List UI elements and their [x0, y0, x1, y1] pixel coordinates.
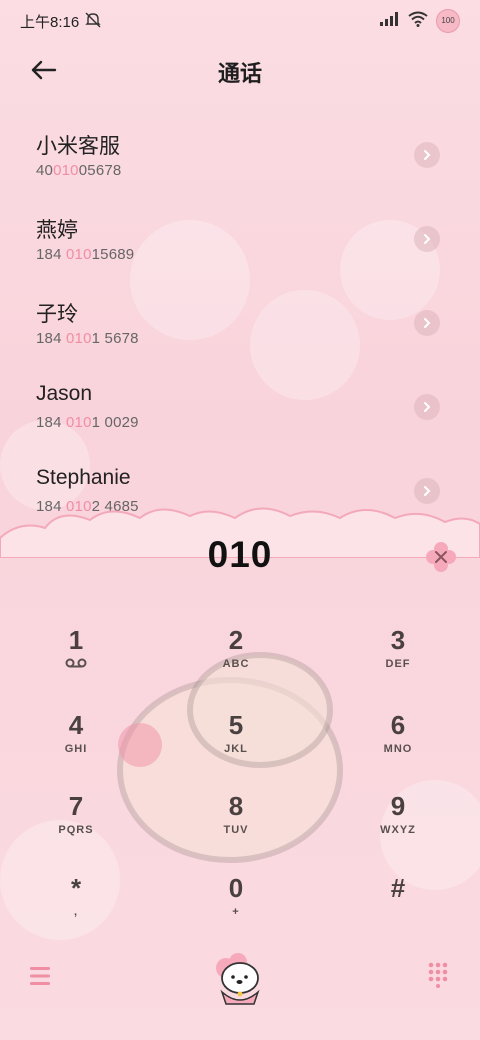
contact-name: 燕婷 — [36, 219, 78, 242]
key-letters: JKL — [224, 743, 248, 755]
contact-number: 184 0101 0029 — [36, 414, 139, 431]
menu-button[interactable] — [30, 966, 52, 986]
contact-name: 小米客服 — [36, 135, 120, 158]
contact-name: 子玲 — [36, 303, 78, 326]
mute-icon — [84, 11, 102, 34]
contact-detail-button[interactable] — [414, 142, 440, 168]
battery-icon: 100 — [436, 9, 460, 33]
key-digit: 1 — [68, 625, 84, 655]
key-0[interactable]: 0 + — [176, 872, 296, 942]
voicemail-icon — [16, 658, 136, 671]
key-letters: + — [232, 906, 240, 918]
key-letters: TUV — [223, 824, 249, 836]
key-5[interactable]: 5 JKL — [176, 709, 296, 779]
contact-number: 4001005678 — [36, 162, 122, 179]
bottom-bar — [0, 940, 480, 1020]
chevron-right-icon — [424, 486, 431, 496]
contact-item[interactable]: 燕婷 184 01015689 — [0, 204, 480, 288]
key-letters: WXYZ — [380, 824, 416, 836]
backspace-button[interactable] — [424, 540, 458, 574]
contact-item[interactable]: 子玲 184 0101 5678 — [0, 288, 480, 372]
status-time: 上午8:16 — [20, 14, 80, 31]
key-digit: 2 — [228, 625, 244, 655]
status-bar: 上午8:16 100 — [0, 0, 480, 40]
contact-name: Jason — [36, 382, 93, 405]
signal-icon — [380, 11, 400, 31]
contact-number: 184 0101 5678 — [36, 330, 139, 347]
key-2[interactable]: 2 ABC — [176, 624, 296, 694]
contact-name: Stephanie — [36, 466, 131, 489]
key-digit: 5 — [228, 710, 244, 740]
flower-backspace-icon — [426, 542, 456, 572]
key-7[interactable]: 7 PQRS — [16, 790, 136, 860]
chevron-right-icon — [424, 234, 431, 244]
keypad-grid-icon — [428, 962, 448, 988]
contact-item[interactable]: Jason 184 0101 0029 — [0, 372, 480, 456]
key-letters: DEF — [385, 658, 411, 670]
key-1[interactable]: 1 — [16, 624, 136, 694]
key-letters: PQRS — [58, 824, 94, 836]
contact-number: 184 01015689 — [36, 246, 135, 263]
key-star[interactable]: * , — [16, 872, 136, 942]
key-digit: 8 — [228, 791, 244, 821]
keypad-toggle-button[interactable] — [428, 962, 448, 988]
key-3[interactable]: 3 DEF — [338, 624, 458, 694]
chevron-right-icon — [424, 402, 431, 412]
key-digit: 4 — [68, 710, 84, 740]
bear-call-icon — [216, 953, 260, 1005]
chevron-right-icon — [424, 318, 431, 328]
dial-keypad: 1 2 ABC 3 DEF 4 GHI 5 JKL 6 MNO 7 PQRS 8… — [0, 620, 480, 920]
contact-item[interactable]: 小米客服 4001005678 — [0, 120, 480, 204]
key-digit: 0 — [228, 873, 244, 903]
key-letters: , — [73, 906, 79, 918]
contact-list: 小米客服 4001005678 燕婷 184 01015689 子玲 184 0… — [0, 120, 480, 512]
contact-detail-button[interactable] — [414, 226, 440, 252]
key-hash[interactable]: # — [338, 872, 458, 942]
key-letters: GHI — [64, 743, 88, 755]
contact-detail-button[interactable] — [414, 310, 440, 336]
key-digit: 6 — [390, 710, 406, 740]
key-digit: 9 — [390, 791, 406, 821]
wifi-icon — [408, 11, 428, 32]
key-digit: * — [70, 873, 82, 903]
key-8[interactable]: 8 TUV — [176, 790, 296, 860]
header: 通话 — [0, 48, 480, 92]
dialed-number-display: 010 — [207, 534, 273, 575]
key-9[interactable]: 9 WXYZ — [338, 790, 458, 860]
menu-icon — [30, 967, 50, 985]
chevron-right-icon — [424, 150, 431, 160]
contact-detail-button[interactable] — [414, 394, 440, 420]
key-digit: # — [390, 873, 406, 903]
key-4[interactable]: 4 GHI — [16, 709, 136, 779]
key-letters: ABC — [222, 658, 250, 670]
key-digit: 7 — [68, 791, 84, 821]
key-6[interactable]: 6 MNO — [338, 709, 458, 779]
key-letters: MNO — [383, 743, 413, 755]
key-digit: 3 — [390, 625, 406, 655]
page-title: 通话 — [217, 61, 262, 86]
call-button[interactable] — [208, 948, 272, 1012]
